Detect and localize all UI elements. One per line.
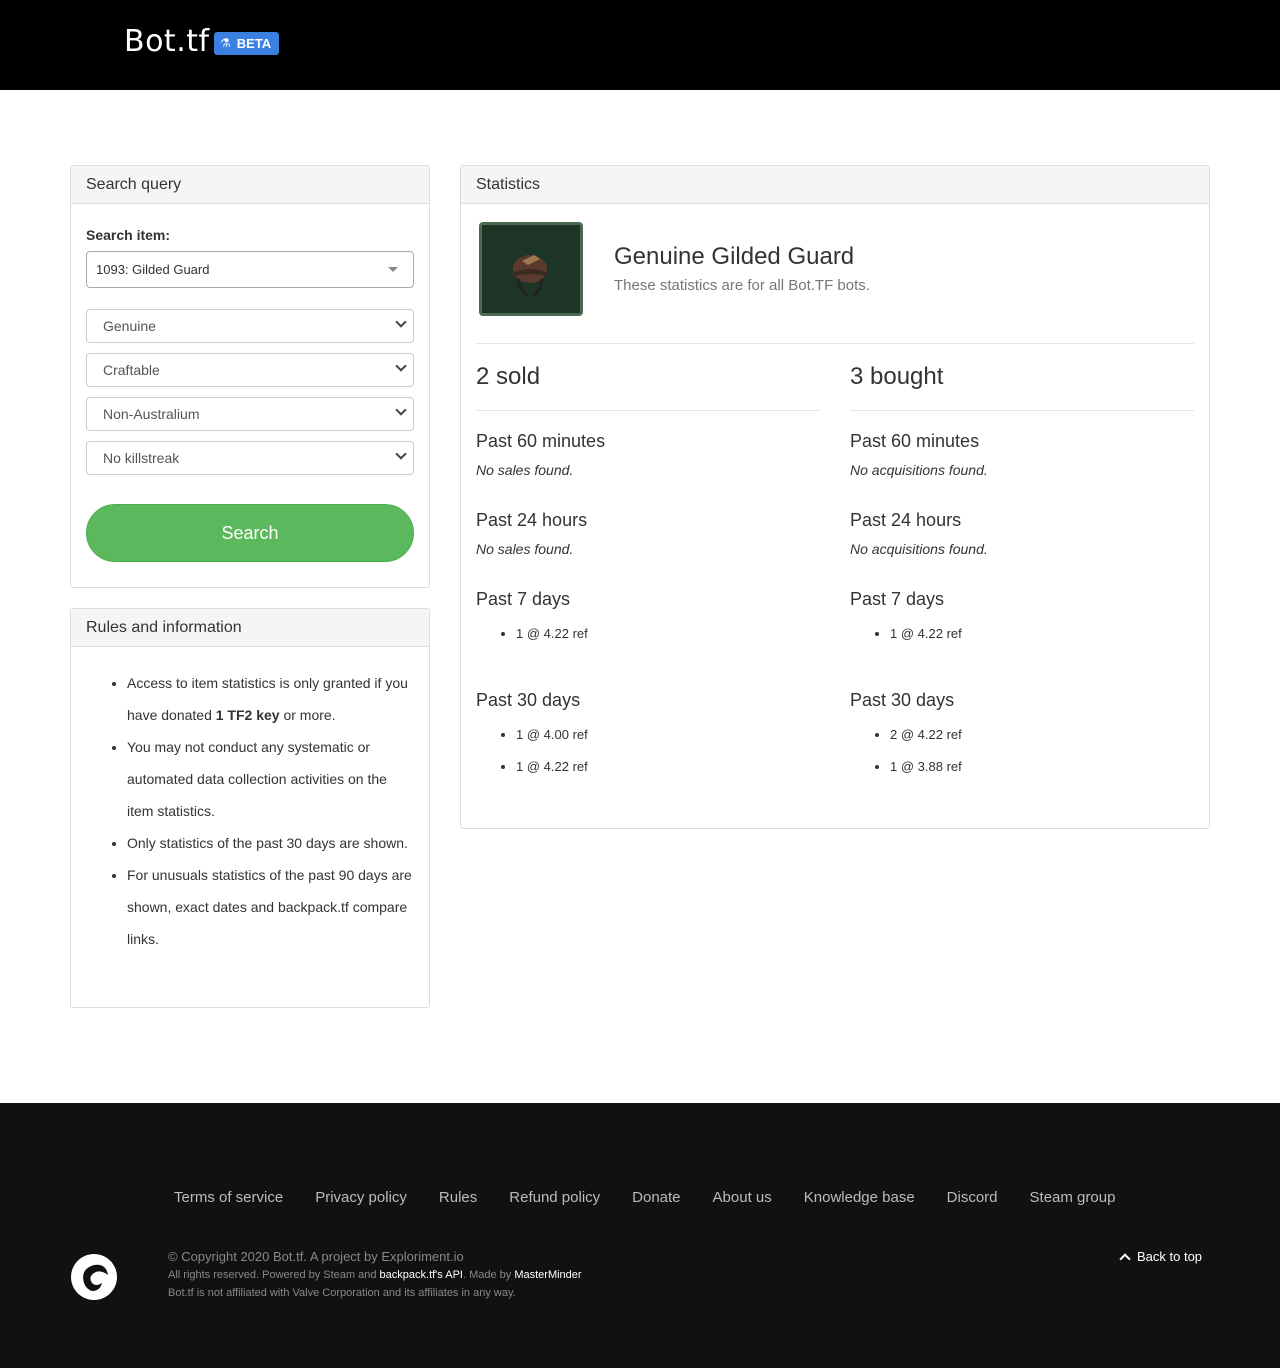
flask-icon: ⚗ [220, 36, 231, 50]
top-navbar: Bot.tf ⚗ BETA [0, 0, 1280, 90]
author-link[interactable]: MasterMinder [514, 1269, 581, 1281]
bought-empty-60m: No acquisitions found. [850, 462, 988, 478]
quality-value: Genuine [103, 318, 156, 334]
footer-link-knowledge-base[interactable]: Knowledge base [804, 1189, 915, 1206]
beta-badge: ⚗ BETA [214, 32, 280, 55]
list-item: 2 @ 4.22 ref [890, 719, 962, 751]
rule-item: Only statistics of the past 30 days are … [127, 827, 417, 859]
item-name: Genuine Gilded Guard [614, 243, 855, 270]
search-item-label: Search item: [86, 227, 171, 243]
sold-count: 2 sold [476, 363, 541, 390]
footer-link-rules[interactable]: Rules [439, 1189, 477, 1206]
rule-item: You may not conduct any systematic or au… [127, 731, 417, 827]
bought-period-24h: Past 24 hours [850, 510, 962, 530]
item-thumbnail [479, 222, 583, 316]
list-item: 1 @ 4.22 ref [516, 618, 588, 650]
chevron-up-icon [1119, 1252, 1131, 1265]
back-to-top-button[interactable]: Back to top [1119, 1249, 1203, 1265]
search-button[interactable]: Search [86, 504, 414, 562]
footer-links: Terms of service Privacy policy Rules Re… [174, 1189, 1115, 1206]
rights-middle: . Made by [462, 1269, 515, 1281]
beta-label: BETA [236, 36, 272, 51]
bought-list-30d: 2 @ 4.22 ref 1 @ 3.88 ref [890, 719, 962, 783]
item-subtitle: These statistics are for all Bot.TF bots… [614, 277, 870, 294]
caret-down-icon [388, 267, 398, 272]
sold-period-7d: Past 7 days [476, 589, 571, 609]
sold-empty-24h: No sales found. [476, 541, 574, 557]
sold-period-24h: Past 24 hours [476, 510, 588, 530]
craftable-value: Craftable [103, 362, 160, 378]
sold-list-7d: 1 @ 4.22 ref [516, 618, 588, 650]
rights-text: All rights reserved. Powered by Steam an… [168, 1269, 582, 1281]
footer-link-privacy[interactable]: Privacy policy [315, 1189, 407, 1206]
backpack-api-link[interactable]: backpack.tf's API [380, 1269, 463, 1281]
footer: Terms of service Privacy policy Rules Re… [0, 1103, 1280, 1368]
sold-period-60m: Past 60 minutes [476, 431, 606, 451]
footer-link-discord[interactable]: Discord [947, 1189, 998, 1206]
search-item-select[interactable]: 1093: Gilded Guard [86, 251, 414, 288]
back-to-top-label: Back to top [1137, 1249, 1203, 1264]
search-item-value: 1093: Gilded Guard [96, 262, 210, 277]
rules-panel-title: Rules and information [71, 609, 429, 647]
footer-link-terms[interactable]: Terms of service [174, 1189, 283, 1206]
brand-logo-text[interactable]: Bot.tf [124, 24, 210, 59]
rule-text: or more. [279, 707, 336, 723]
list-item: 1 @ 4.22 ref [890, 618, 962, 650]
statistics-panel: Statistics Genuine Gilded Guard These st… [460, 165, 1210, 829]
rule-highlight: 1 TF2 key [215, 707, 280, 723]
australium-select[interactable]: Non-Australium [86, 397, 414, 431]
killstreak-select[interactable]: No killstreak [86, 441, 414, 475]
statistics-panel-title: Statistics [461, 166, 1209, 204]
chevron-down-icon [395, 404, 407, 416]
search-panel-title: Search query [71, 166, 429, 204]
list-item: 1 @ 3.88 ref [890, 751, 962, 783]
sold-empty-60m: No sales found. [476, 462, 574, 478]
sold-period-30d: Past 30 days [476, 690, 581, 710]
search-query-panel: Search query Search item: 1093: Gilded G… [70, 165, 430, 588]
list-item: 1 @ 4.00 ref [516, 719, 588, 751]
divider [850, 410, 1194, 411]
rules-panel: Rules and information Access to item sta… [70, 608, 430, 1008]
helmet-icon [482, 225, 580, 313]
footer-link-about[interactable]: About us [713, 1189, 772, 1206]
chevron-down-icon [395, 316, 407, 328]
copyright-text: © Copyright 2020 Bot.tf. A project by Ex… [168, 1249, 464, 1264]
bought-period-60m: Past 60 minutes [850, 431, 980, 451]
chevron-down-icon [395, 448, 407, 460]
bought-count: 3 bought [850, 363, 944, 390]
craftable-select[interactable]: Craftable [86, 353, 414, 387]
sold-list-30d: 1 @ 4.00 ref 1 @ 4.22 ref [516, 719, 588, 783]
quality-select[interactable]: Genuine [86, 309, 414, 343]
australium-value: Non-Australium [103, 406, 200, 422]
rights-prefix: All rights reserved. Powered by Steam an… [168, 1269, 380, 1281]
rule-item: Access to item statistics is only grante… [127, 667, 417, 731]
killstreak-value: No killstreak [103, 450, 180, 466]
footer-link-donate[interactable]: Donate [632, 1189, 680, 1206]
bought-period-7d: Past 7 days [850, 589, 945, 609]
bought-list-7d: 1 @ 4.22 ref [890, 618, 962, 650]
divider [476, 410, 820, 411]
list-item: 1 @ 4.22 ref [516, 751, 588, 783]
bought-period-30d: Past 30 days [850, 690, 955, 710]
footer-link-refund[interactable]: Refund policy [509, 1189, 600, 1206]
chevron-down-icon [395, 360, 407, 372]
bought-empty-24h: No acquisitions found. [850, 541, 988, 557]
affiliation-text: Bot.tf is not affiliated with Valve Corp… [168, 1287, 516, 1299]
divider [476, 343, 1194, 344]
rules-list: Access to item statistics is only grante… [127, 667, 417, 955]
footer-link-steam-group[interactable]: Steam group [1030, 1189, 1116, 1206]
rule-item: For unusuals statistics of the past 90 d… [127, 859, 417, 955]
exploriment-logo-icon [71, 1254, 117, 1300]
